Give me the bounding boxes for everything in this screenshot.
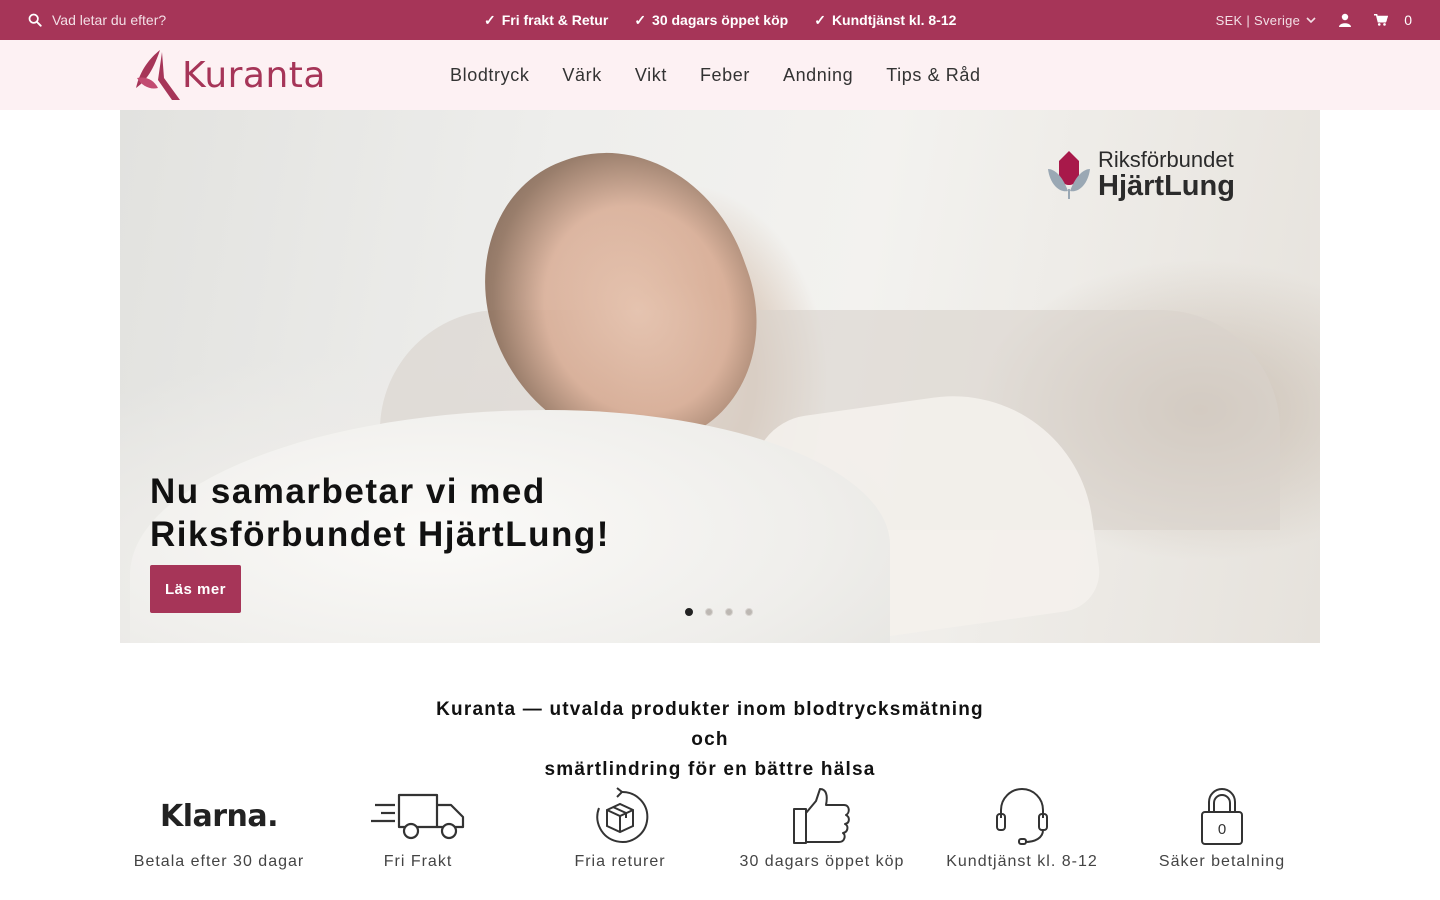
feature-label: Fria returer	[574, 853, 666, 870]
chevron-down-icon	[1306, 17, 1316, 24]
nav-item-andning[interactable]: Andning	[783, 65, 853, 86]
usp-open-purchase: 30 dagars öppet köp	[652, 12, 789, 28]
klarna-logo: Klarna.	[159, 785, 279, 847]
usp-item: ✓ Kundtjänst kl. 8-12	[814, 12, 956, 29]
tulip-icon	[1048, 150, 1090, 199]
feature-label: Fri Frakt	[383, 853, 453, 870]
logo-mark-icon	[136, 50, 180, 100]
partner-logo: Riksförbundet HjärtLung	[1046, 148, 1235, 202]
hero-headline-line1: Nu samarbetar vi med	[150, 472, 546, 511]
search-box[interactable]	[28, 0, 272, 40]
hero-slider[interactable]: Riksförbundet HjärtLung Nu samarbetar vi…	[120, 110, 1320, 643]
site-header: Kuranta Blodtryck Värk Vikt Feber Andnin…	[0, 40, 1440, 110]
hero-headline: Nu samarbetar vi med Riksförbundet Hjärt…	[150, 470, 710, 556]
usp-list: ✓ Fri frakt & Retur ✓ 30 dagars öppet köp …	[484, 0, 956, 40]
truck-icon	[371, 793, 465, 840]
topbar-actions: SEK | Sverige 0	[1216, 0, 1412, 40]
feature-secure-payment: 0 Säker betalning	[1156, 785, 1288, 871]
usp-free-shipping: Fri frakt & Retur	[501, 12, 609, 28]
checkmark-icon: ✓	[484, 11, 496, 28]
tagline-line1: Kuranta — utvalda produkter inom blodtry…	[436, 699, 984, 750]
checkmark-icon: ✓	[634, 11, 647, 28]
account-button[interactable]	[1338, 13, 1352, 27]
partner-text: Riksförbundet HjärtLung	[1098, 148, 1235, 202]
nav-item-feber[interactable]: Feber	[700, 65, 750, 86]
return-box-icon	[596, 787, 649, 843]
headset-icon	[996, 788, 1048, 845]
read-more-button[interactable]: Läs mer	[150, 565, 241, 613]
feature-customer-service: Kundtjänst kl. 8-12	[940, 785, 1104, 871]
tagline: Kuranta — utvalda produkter inom blodtry…	[420, 695, 1000, 785]
feature-free-shipping: Fri Frakt	[358, 785, 478, 871]
slider-dot[interactable]	[705, 608, 713, 616]
slider-dots	[685, 608, 753, 616]
slider-dot[interactable]	[725, 608, 733, 616]
currency-country-selector[interactable]: SEK | Sverige	[1216, 13, 1317, 28]
cart-button[interactable]: 0	[1374, 12, 1412, 28]
usp-customer-service: Kundtjänst kl. 8-12	[831, 12, 957, 28]
search-input[interactable]	[52, 12, 272, 28]
logo-text: Kuranta	[182, 54, 326, 96]
partner-name-line1: Riksförbundet	[1098, 147, 1234, 172]
feature-row: Klarna. Betala efter 30 dagar Fri Frakt	[120, 785, 1320, 885]
slider-dot[interactable]	[745, 608, 753, 616]
top-bar: ✓Fri frakt & Retur ✓30 dagars öppet köp …	[0, 0, 1440, 40]
locale-label: SEK | Sverige	[1215, 12, 1301, 28]
feature-klarna: Klarna. Betala efter 30 dagar	[134, 785, 304, 871]
tagline-line2: smärtlindring för en bättre hälsa	[544, 759, 876, 780]
cart-icon	[1374, 13, 1389, 26]
slider-dot[interactable]	[685, 608, 693, 616]
nav-item-tips-rad[interactable]: Tips & Råd	[886, 65, 980, 86]
feature-label: Kundtjänst kl. 8-12	[946, 853, 1098, 870]
feature-open-purchase: 30 dagars öppet köp	[732, 785, 912, 871]
feature-free-returns: Fria returer	[560, 785, 680, 871]
hero-headline-line2: Riksförbundet HjärtLung!	[150, 515, 610, 554]
partner-name-line2: HjärtLung	[1098, 170, 1235, 203]
main-nav: Blodtryck Värk Vikt Feber Andning Tips &…	[450, 40, 981, 110]
feature-label: Betala efter 30 dagar	[133, 853, 305, 870]
padlock-icon: 0	[1201, 788, 1243, 845]
usp-item: ✓ Fri frakt & Retur	[484, 12, 608, 29]
checkmark-icon: ✓	[814, 11, 826, 28]
search-icon[interactable]	[28, 13, 42, 27]
klarna-logo-text: Klarna.	[159, 798, 279, 834]
thumbs-up-icon	[793, 788, 850, 844]
feature-label: Säker betalning	[1158, 853, 1286, 870]
feature-label: 30 dagars öppet köp	[739, 853, 905, 870]
nav-item-blodtryck[interactable]: Blodtryck	[450, 65, 529, 86]
site-logo[interactable]: Kuranta	[134, 48, 326, 102]
nav-item-vikt[interactable]: Vikt	[635, 65, 667, 86]
nav-item-vark[interactable]: Värk	[562, 65, 601, 86]
usp-item: ✓ 30 dagars öppet köp	[634, 12, 788, 29]
user-icon	[1339, 13, 1352, 27]
cart-count: 0	[1404, 12, 1412, 28]
padlock-text: 0	[1218, 821, 1226, 838]
